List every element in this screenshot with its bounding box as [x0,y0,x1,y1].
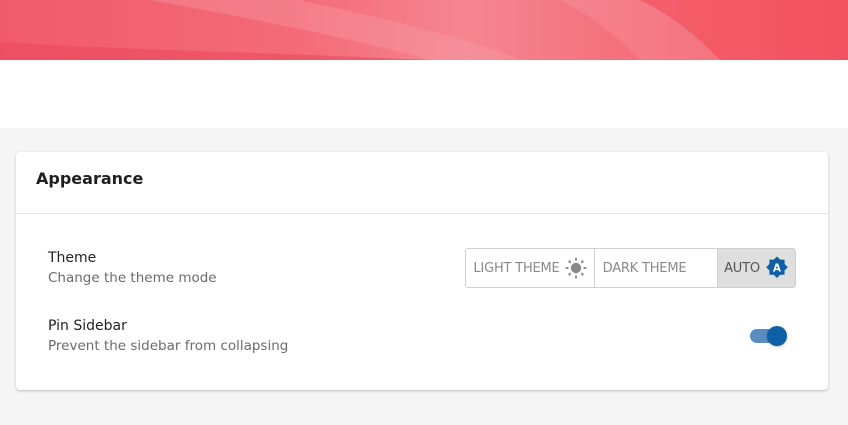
svg-text:A: A [773,263,782,275]
card-title: Appearance [36,169,144,188]
theme-setting: Theme Change the theme mode [48,250,217,286]
dark-theme-button[interactable]: DARK THEME [595,249,718,287]
banner-decoration [0,0,848,60]
settings-page: Appearance Theme Change the theme mode L… [0,0,848,425]
sun-icon [565,257,587,279]
pin-sidebar-setting: Pin Sidebar Prevent the sidebar from col… [48,318,288,354]
pin-sidebar-toggle[interactable] [750,326,788,346]
pin-sidebar-description: Prevent the sidebar from collapsing [48,338,289,354]
theme-setting-description: Change the theme mode [48,270,217,286]
auto-theme-button[interactable]: AUTO A [718,249,795,287]
theme-toggle-group: LIGHT THEME DARK THEME AUTO A [465,248,796,288]
moon-icon [691,258,709,278]
light-theme-button[interactable]: LIGHT THEME [466,249,595,287]
theme-setting-title: Theme [48,250,97,266]
card-header: Appearance [16,152,828,214]
auto-theme-label: AUTO [724,260,760,276]
dark-theme-label: DARK THEME [602,260,687,276]
pin-sidebar-title: Pin Sidebar [48,318,127,334]
auto-brightness-icon: A [765,256,789,280]
light-theme-label: LIGHT THEME [473,260,560,276]
header-banner [0,0,848,60]
appearance-card: Appearance Theme Change the theme mode L… [16,152,828,390]
toolbar-area [0,60,848,128]
toggle-knob [767,326,787,346]
